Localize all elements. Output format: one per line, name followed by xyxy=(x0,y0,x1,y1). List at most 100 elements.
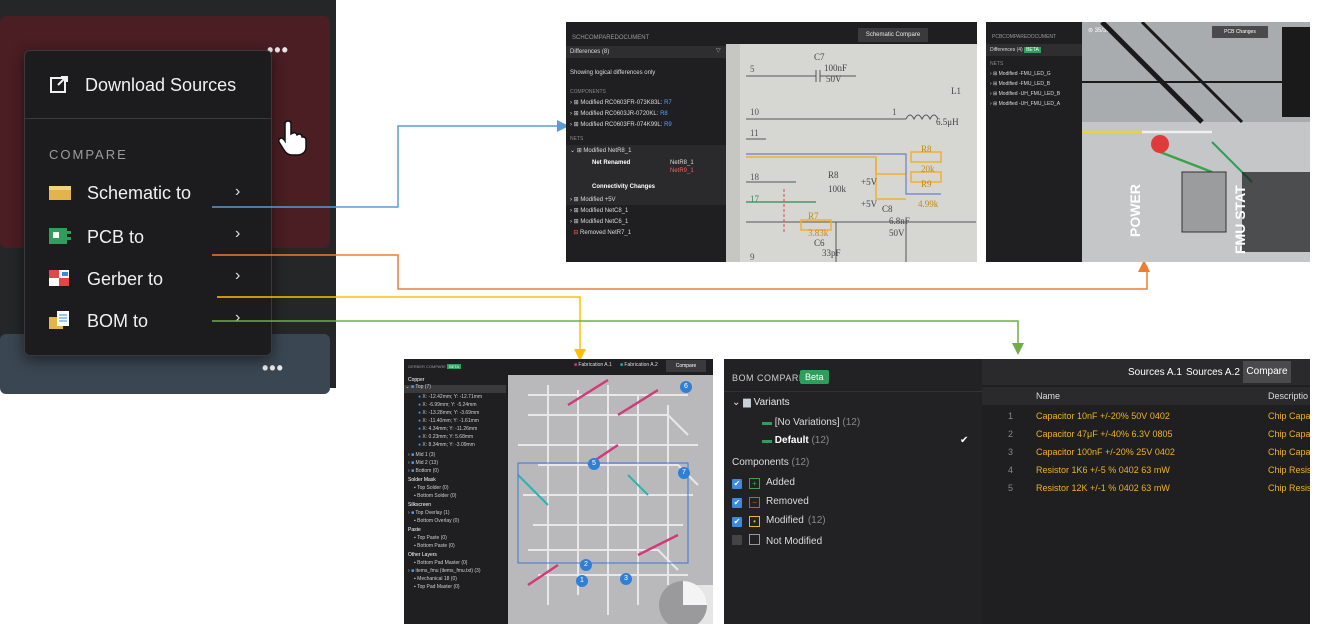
checkbox[interactable]: ✔ xyxy=(732,498,742,508)
schematic-canvas[interactable]: 5 C7 100nF 50V L1 6.5μH 10 11 1 R8 20k R… xyxy=(726,44,977,262)
layer-row[interactable]: › ■ Mid 2 (13) xyxy=(408,461,438,466)
nets-heading: NETS xyxy=(990,61,1004,67)
coordinate-row[interactable]: ● X: -11.40mm; Y: -1.61mm xyxy=(418,419,479,424)
row-name: Capacitor 10nF +/-20% 50V 0402 xyxy=(1036,411,1170,421)
filter-removed[interactable]: ✔ − Removed xyxy=(732,496,813,508)
designator-label: R9 xyxy=(921,179,932,189)
column-header-description[interactable]: Descriptio xyxy=(1268,391,1308,401)
net-old-name: NetR8_1 xyxy=(670,160,694,166)
filter-modified[interactable]: ✔ • Modified (12) xyxy=(732,515,826,527)
coordinate-row[interactable]: ● X: 4.34mm; Y: -11.26mm xyxy=(418,427,477,432)
tab-compare[interactable]: Compare xyxy=(666,360,706,372)
component-row[interactable]: › ⊞ Modified RC0603FR-073K83L: R7 xyxy=(570,100,672,106)
gerber-title: GERBER COMPARE BETA xyxy=(408,364,462,369)
component-row[interactable]: › ⊞ Modified RC0603JR-0720KL: R8 xyxy=(570,111,668,117)
table-header xyxy=(982,387,1310,405)
designator-label: L1 xyxy=(951,86,961,96)
tab-fabrication-a1[interactable]: ■ Fabrication A.1 xyxy=(574,363,612,368)
variant-item-default[interactable]: ▬ Default (12) xyxy=(762,435,829,446)
document-title: SCHCOMPAREDOCUMENT xyxy=(572,35,650,41)
filter-not-modified[interactable]: Not Modified xyxy=(732,534,826,547)
layer-row[interactable]: › ■ Mid 1 (3) xyxy=(408,453,435,458)
value-label: 20k xyxy=(921,164,935,174)
net-row[interactable]: ⊟ Removed NetR7_1 xyxy=(570,230,631,236)
checkbox[interactable]: ✔ xyxy=(732,479,742,489)
status-icon xyxy=(749,534,760,545)
layer-row[interactable]: › ■ Bottom (0) xyxy=(408,469,439,474)
net-row-expanded[interactable]: ⌄ ⊞ Modified NetR8_1 xyxy=(570,148,631,154)
layer-row[interactable]: ▪ Top Paste (0) xyxy=(414,536,447,541)
table-row[interactable]: 4 Resistor 1K6 +/-5 % 0402 63 mW Chip Resi… xyxy=(982,463,1310,479)
net-row[interactable]: › ⊞ Modified -FMU_LED_B xyxy=(990,82,1050,87)
table-row[interactable]: 5 Resistor 12K +/-1 % 0402 63 mW Chip Resi… xyxy=(982,481,1310,497)
row-name: Capacitor 47μF +/-40% 6.3V 0805 xyxy=(1036,429,1173,439)
net-row[interactable]: › ⊞ Modified NetC6_1 xyxy=(570,219,628,225)
layer-row[interactable]: ▪ Top Pad Master (0) xyxy=(414,585,460,590)
coordinate-row[interactable]: ● X: 8.34mm; Y: -3.09mm xyxy=(418,443,475,448)
layer-row[interactable]: › ■ Top Overlay (1) xyxy=(408,511,450,516)
row-description: Chip Capa xyxy=(1268,429,1310,439)
table-row[interactable]: 1 Capacitor 10nF +/-20% 50V 0402 Chip Capa xyxy=(982,409,1310,425)
difference-marker[interactable]: 1 xyxy=(576,575,588,587)
layer-row[interactable]: ▪ Bottom Overlay (0) xyxy=(414,519,459,524)
tab-sources-a2[interactable]: Sources A.2 xyxy=(1186,367,1240,378)
difference-marker[interactable]: 5 xyxy=(588,458,600,470)
copper-heading: Copper xyxy=(408,377,425,383)
tab-sources-a1[interactable]: Sources A.1 xyxy=(1128,367,1182,378)
coordinate-row[interactable]: ● X: -13.28mm; Y: -3.69mm xyxy=(418,411,479,416)
divider xyxy=(724,391,982,392)
filter-added[interactable]: ✔ + Added xyxy=(732,477,799,489)
layer-row[interactable]: ▪ Bottom Pad Master (0) xyxy=(414,561,467,566)
document-title: PCBCOMPAREDOCUMENT xyxy=(992,34,1057,40)
coordinate-row[interactable]: ● X: 0.23mm; Y: 5.68mm xyxy=(418,435,473,440)
variant-item[interactable]: ▬ [No Variations] (12) xyxy=(762,417,860,428)
gerber-arrow xyxy=(217,296,586,361)
layer-row[interactable]: › ■ items_fmu (items_fmu.txt) (3) xyxy=(408,569,481,574)
filter-icon[interactable]: ▽ xyxy=(716,48,721,54)
differences-panel: Differences (8) ▽ Showing logical differ… xyxy=(566,44,730,262)
difference-marker[interactable]: 7 xyxy=(678,467,690,479)
value-label: 6.5μH xyxy=(936,117,959,127)
status-icon: + xyxy=(749,478,760,489)
table-row[interactable]: 2 Capacitor 47μF +/-40% 6.3V 0805 Chip Cap… xyxy=(982,427,1310,443)
designator-label: C7 xyxy=(814,52,825,62)
layer-row[interactable]: ▪ Bottom Solder (0) xyxy=(414,494,456,499)
coordinate-row[interactable]: ● X: -12.42mm; Y: -12.71mm xyxy=(418,395,482,400)
power-label: +5V xyxy=(861,199,878,209)
component-row[interactable]: › ⊞ Modified RC0603FR-074K99L: R9 xyxy=(570,122,672,128)
layer-row[interactable]: ▪ Top Solder (0) xyxy=(414,486,448,491)
variants-toggle[interactable]: ⌄ ▆ Variants xyxy=(732,397,790,408)
gerber-canvas[interactable]: 6 5 7 2 1 3 xyxy=(508,375,713,624)
checkbox[interactable] xyxy=(732,535,742,545)
difference-marker[interactable]: 2 xyxy=(580,559,592,571)
column-header-name[interactable]: Name xyxy=(1036,391,1060,401)
net-row[interactable]: › ⊞ Modified -UH_FMU_LED_A xyxy=(990,102,1060,107)
row-number: 4 xyxy=(1008,465,1014,475)
layer-top[interactable]: ⌄ ■ Top (7) xyxy=(404,385,506,393)
value-label: 50V xyxy=(826,74,842,84)
value-label: 50V xyxy=(889,228,905,238)
schematic-compare-screenshot: SCHCOMPAREDOCUMENT Schematic Compare Dif… xyxy=(566,22,977,262)
net-row[interactable]: › ⊞ Modified +5V xyxy=(570,197,616,203)
pin-number: 5 xyxy=(750,64,755,74)
net-row[interactable]: › ⊞ Modified -FMU_LED_G xyxy=(990,72,1051,77)
checkbox[interactable]: ✔ xyxy=(732,517,742,527)
value-label: 4.99k xyxy=(918,199,939,209)
layer-row[interactable]: ▪ Bottom Paste (0) xyxy=(414,544,455,549)
net-row[interactable]: › ⊞ Modified -UH_FMU_LED_B xyxy=(990,92,1060,97)
net-row[interactable]: › ⊞ Modified NetC8_1 xyxy=(570,208,628,214)
layers-panel: Copper ⌄ ■ Top (7) ● X: -12.42mm; Y: -12… xyxy=(404,375,506,624)
row-description: Chip Resis xyxy=(1268,465,1310,475)
power-label: +5V xyxy=(861,177,878,187)
tab-compare[interactable]: Compare xyxy=(1243,361,1291,383)
tab-fabrication-a2[interactable]: ■ Fabrication A.2 xyxy=(620,363,658,368)
silkscreen-power: POWER xyxy=(1127,184,1143,237)
solder-mask-heading: Solder Mask xyxy=(408,477,436,483)
pcb-canvas[interactable]: ⊜ 35/38 PCB Changes POWER FMU STAT xyxy=(1082,22,1310,262)
table-row[interactable]: 3 Capacitor 100nF +/-20% 25V 0402 Chip Cap… xyxy=(982,445,1310,461)
layer-row[interactable]: ▪ Mechanical 18 (0) xyxy=(414,577,457,582)
tab-schematic-compare[interactable]: Schematic Compare xyxy=(858,28,928,42)
difference-marker[interactable]: 6 xyxy=(680,381,692,393)
difference-marker[interactable]: 3 xyxy=(620,573,632,585)
coordinate-row[interactable]: ● X: -6.99mm; Y: -5.24mm xyxy=(418,403,477,408)
